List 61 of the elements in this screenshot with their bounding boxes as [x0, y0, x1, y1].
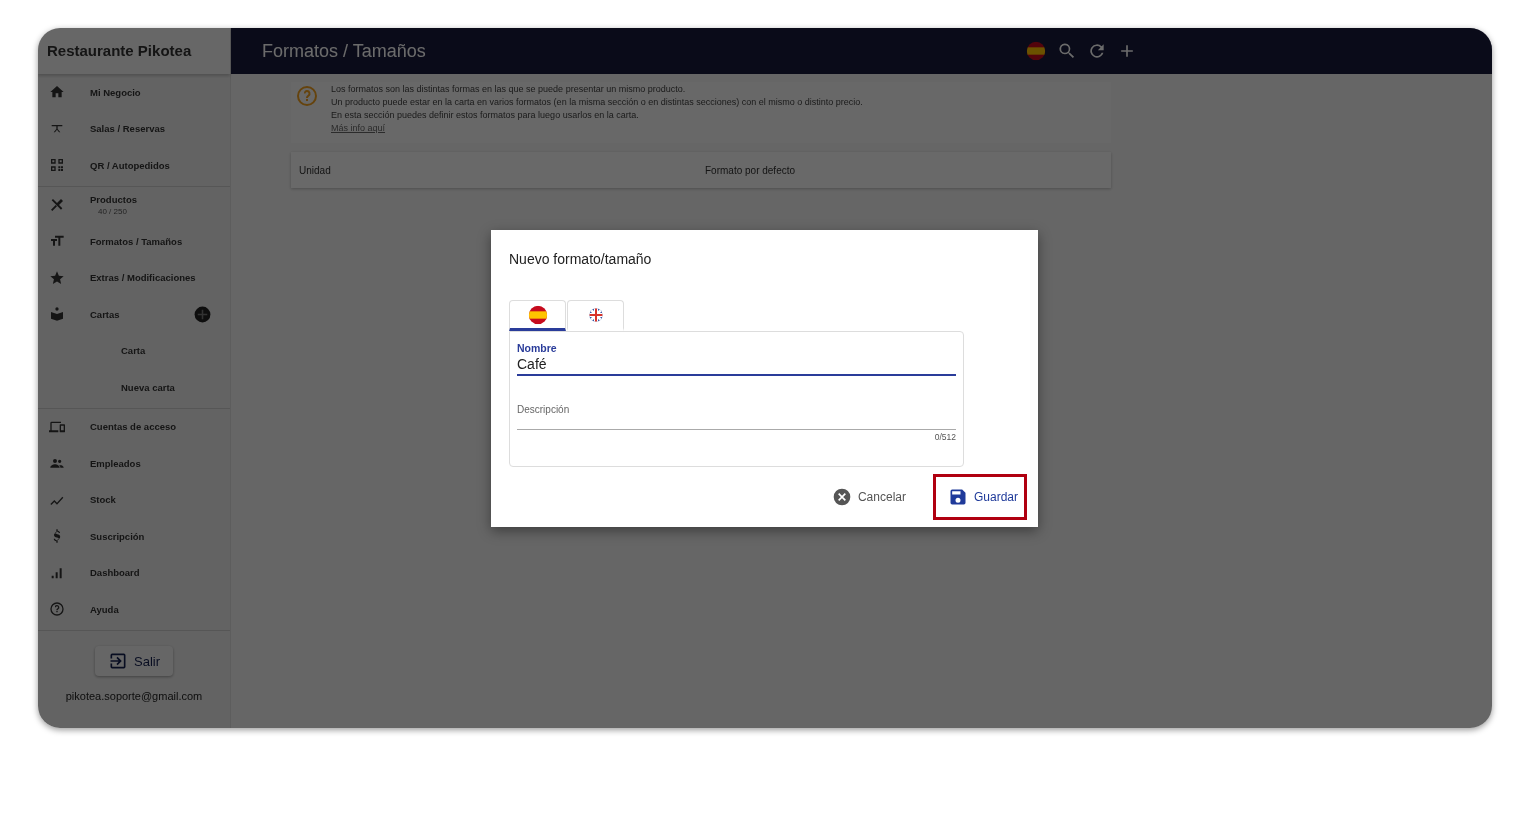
language-tab[interactable]: [509, 300, 566, 331]
character-counter: 0/512: [933, 432, 956, 442]
column-header: Unidad: [299, 164, 332, 176]
book-icon: [49, 306, 65, 323]
sidebar-item[interactable]: Carta: [38, 332, 230, 369]
search-icon[interactable]: [1057, 41, 1077, 61]
nav-label: Dashboard: [90, 567, 140, 579]
cutlery-icon: [49, 196, 65, 213]
nav-label: Ayuda: [90, 603, 119, 615]
sidebar-item[interactable]: Salas / Reservas: [38, 110, 230, 147]
nav-label: QR / Autopedidos: [90, 159, 170, 171]
logout-icon: [108, 651, 128, 671]
sidebar-item[interactable]: Empleados: [38, 445, 230, 482]
sidebar-item[interactable]: Formatos / Tamaños: [38, 223, 230, 260]
help-icon: [295, 84, 319, 108]
close-icon: [831, 487, 852, 507]
dialog-title: Nuevo formato/tamaño: [509, 251, 653, 267]
sidebar-item[interactable]: Cartas: [38, 296, 230, 333]
sidebar-item[interactable]: Extras / Modificaciones: [38, 259, 230, 296]
save-button[interactable]: Guardar: [932, 474, 1027, 520]
qr-code-icon: [49, 157, 65, 174]
sidebar-item[interactable]: Nueva carta: [38, 369, 230, 406]
uk-flag-icon: [587, 306, 604, 323]
info-text: Un producto puede estar en la carta en varios formatos (en la misma sección o en distintas secciones) con el mismo o distinto precio.: [331, 97, 863, 107]
sidebar-item[interactable]: Mi Negocio: [38, 74, 230, 111]
app-name: Restaurante Pikotea: [38, 28, 230, 74]
nav-label: Extras / Modificaciones: [90, 272, 196, 284]
nav-label: Salas / Reservas: [90, 123, 165, 135]
add-icon[interactable]: [193, 304, 212, 324]
logout-button[interactable]: Salir: [95, 646, 173, 676]
name-field[interactable]: Café: [517, 354, 956, 376]
sidebar-item[interactable]: Ayuda: [38, 591, 230, 628]
column-header: Formato por defecto: [705, 164, 797, 176]
nav-label: Cuentas de acceso: [90, 421, 177, 433]
nav-label: Stock: [90, 494, 116, 506]
sidebar-item[interactable]: Dashboard: [38, 554, 230, 591]
sidebar-item[interactable]: Suscripción: [38, 518, 230, 555]
nav-label: Mi Negocio: [90, 86, 141, 98]
spain-flag-icon: [526, 303, 549, 326]
nav-label: Empleados: [90, 457, 141, 469]
description-field[interactable]: Descripción: [517, 402, 956, 415]
help-icon: [49, 601, 65, 618]
nav-label: Formatos / Tamaños: [90, 235, 183, 247]
sidebar-item[interactable]: QR / Autopedidos: [38, 147, 230, 184]
field-label: Nombre: [517, 342, 558, 354]
sidebar-item[interactable]: Cuentas de acceso: [38, 408, 230, 445]
info-text: En esta sección puedes definir estos formatos para luego usarlos en la carta.: [331, 110, 639, 120]
nav-label: Suscripción: [90, 530, 145, 542]
language-tab[interactable]: [567, 300, 624, 331]
nav-label: Carta: [121, 345, 146, 357]
star-icon: [49, 269, 65, 286]
refresh-icon[interactable]: [1087, 41, 1107, 61]
user-email: pikotea.soporte@gmail.com: [65, 690, 203, 702]
cancel-button[interactable]: Cancelar: [816, 474, 915, 520]
sidebar-item[interactable]: Stock: [38, 481, 230, 518]
nav-label: Productos: [90, 193, 137, 205]
nav-label: Nueva carta: [121, 381, 175, 393]
page-title: Formatos / Tamaños: [262, 40, 427, 62]
spain-flag-icon[interactable]: [1025, 40, 1047, 62]
nav-label: Cartas: [90, 308, 120, 320]
info-text: Los formatos son las distintas formas en las que se puede presentar un mismo producto.: [331, 84, 686, 94]
